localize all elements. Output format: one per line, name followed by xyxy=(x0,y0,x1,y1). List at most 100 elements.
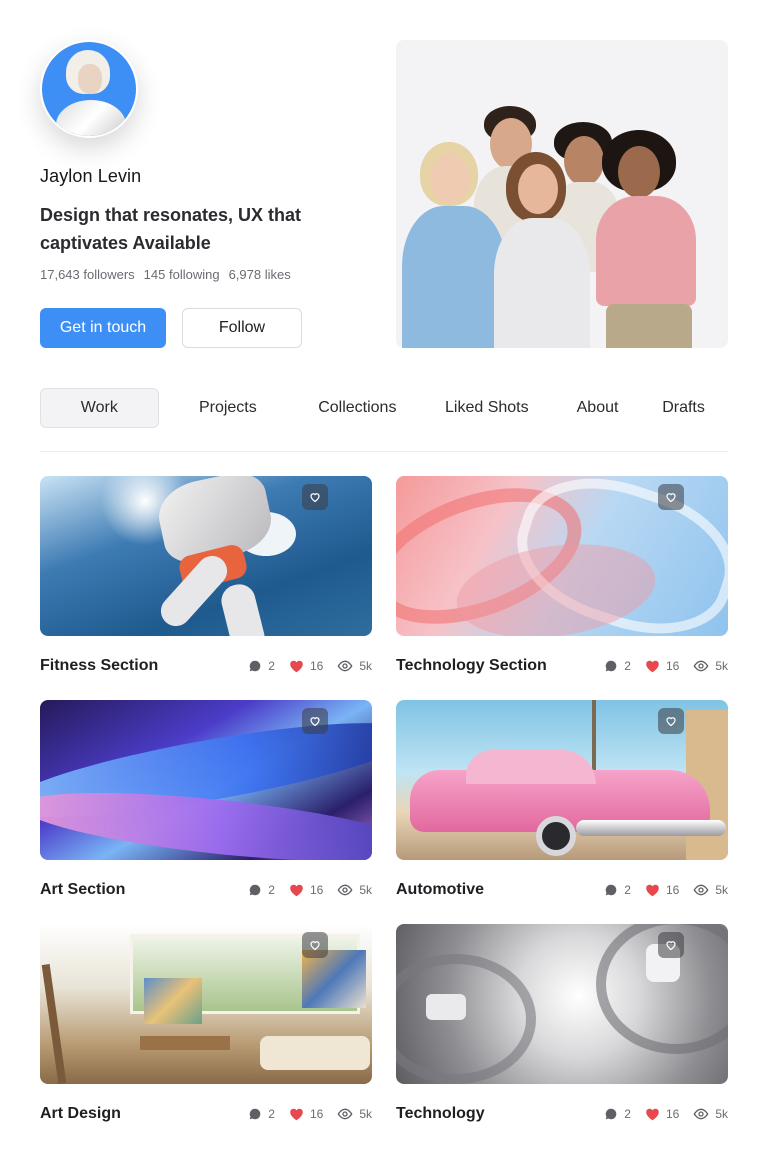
view-count-value: 5k xyxy=(359,883,372,897)
get-in-touch-button[interactable]: Get in touch xyxy=(40,308,166,348)
view-count: 5k xyxy=(337,883,372,897)
view-count: 5k xyxy=(337,1107,372,1121)
shot-meta: Art Design 2 16 5k xyxy=(40,1082,372,1146)
view-count: 5k xyxy=(693,1107,728,1121)
shot-title[interactable]: Art Section xyxy=(40,881,125,899)
shot-counts: 2 16 5k xyxy=(248,1107,372,1121)
shot-thumbnail[interactable] xyxy=(40,700,372,860)
device-shape xyxy=(426,994,466,1020)
avatar-face xyxy=(78,64,102,94)
shot-card: Technology Section 2 16 5k xyxy=(396,476,728,700)
eye-icon xyxy=(337,884,353,896)
eye-icon xyxy=(337,1108,353,1120)
shot-title[interactable]: Automotive xyxy=(396,881,484,899)
comment-count: 2 xyxy=(604,1107,631,1121)
favorite-button[interactable] xyxy=(658,484,684,510)
profile-tagline: Design that resonates, UX that captivate… xyxy=(40,205,302,253)
comment-icon xyxy=(250,660,261,672)
view-count: 5k xyxy=(693,883,728,897)
car-roof xyxy=(466,750,596,784)
comment-icon xyxy=(250,884,261,896)
comment-count: 2 xyxy=(248,659,275,673)
shot-thumbnail[interactable] xyxy=(396,924,728,1084)
view-count: 5k xyxy=(337,659,372,673)
shot-counts: 2 16 5k xyxy=(248,659,372,673)
heart-icon xyxy=(290,660,303,673)
shot-card: Fitness Section 2 16 5k xyxy=(40,476,372,700)
cable-shape xyxy=(396,954,536,1084)
tab-projects[interactable]: Projects xyxy=(159,388,297,428)
heart-outline-icon xyxy=(666,717,676,727)
like-count: 16 xyxy=(645,1107,679,1121)
favorite-button[interactable] xyxy=(302,484,328,510)
comment-count-value: 2 xyxy=(624,883,631,897)
eye-icon xyxy=(337,660,353,672)
shot-card: Art Design 2 16 5k xyxy=(40,924,372,1148)
heart-icon xyxy=(646,1108,659,1121)
shot-thumbnail[interactable] xyxy=(396,476,728,636)
comment-count: 2 xyxy=(248,883,275,897)
like-count: 16 xyxy=(645,659,679,673)
view-count-value: 5k xyxy=(715,1107,728,1121)
shot-meta: Technology 2 16 5k xyxy=(396,1082,728,1146)
followers-count[interactable]: 17,643 followers xyxy=(40,267,135,282)
heart-outline-icon xyxy=(310,717,320,727)
like-count: 16 xyxy=(289,883,323,897)
eye-icon xyxy=(693,660,709,672)
profile-tabs: Work Projects Collections Liked Shots Ab… xyxy=(40,388,728,452)
view-count-value: 5k xyxy=(715,659,728,673)
comment-icon xyxy=(606,884,617,896)
shot-meta: Fitness Section 2 16 5k xyxy=(40,634,372,698)
comment-count-value: 2 xyxy=(624,659,631,673)
shot-title[interactable]: Art Design xyxy=(40,1105,121,1123)
favorite-button[interactable] xyxy=(302,708,328,734)
shot-thumbnail[interactable] xyxy=(40,924,372,1084)
shot-thumbnail[interactable] xyxy=(396,700,728,860)
view-count-value: 5k xyxy=(359,1107,372,1121)
comment-icon xyxy=(606,1108,617,1120)
shot-title[interactable]: Fitness Section xyxy=(40,657,158,675)
sofa-shape xyxy=(260,1036,370,1070)
avatar[interactable] xyxy=(40,40,138,138)
shot-card: Automotive 2 16 5k xyxy=(396,700,728,924)
comment-count: 2 xyxy=(604,659,631,673)
view-count-value: 5k xyxy=(359,659,372,673)
shot-card: Art Section 2 16 5k xyxy=(40,700,372,924)
like-count: 16 xyxy=(289,659,323,673)
shot-counts: 2 16 5k xyxy=(604,1107,728,1121)
car-wheel xyxy=(536,816,576,856)
tab-collections[interactable]: Collections xyxy=(297,388,418,428)
like-count: 16 xyxy=(645,883,679,897)
shot-counts: 2 16 5k xyxy=(604,883,728,897)
view-count-value: 5k xyxy=(715,883,728,897)
eye-icon xyxy=(693,884,709,896)
shots-grid: Fitness Section 2 16 5k Technology Secti… xyxy=(40,476,728,1148)
tab-about[interactable]: About xyxy=(556,388,639,428)
shot-title[interactable]: Technology Section xyxy=(396,657,547,675)
shot-meta: Technology Section 2 16 5k xyxy=(396,634,728,698)
profile-name: Jaylon Levin xyxy=(40,166,142,186)
shot-counts: 2 16 5k xyxy=(604,659,728,673)
favorite-button[interactable] xyxy=(658,932,684,958)
palm-trunk xyxy=(592,700,596,770)
profile-stats: 17,643 followers 145 following 6,978 lik… xyxy=(40,267,360,282)
like-count-value: 16 xyxy=(665,659,680,673)
heart-icon xyxy=(646,884,659,897)
favorite-button[interactable] xyxy=(302,932,328,958)
tab-liked-shots[interactable]: Liked Shots xyxy=(418,388,556,428)
shot-thumbnail[interactable] xyxy=(40,476,372,636)
follow-button[interactable]: Follow xyxy=(182,308,302,348)
tab-work[interactable]: Work xyxy=(40,388,159,428)
like-count-value: 16 xyxy=(665,883,680,897)
following-count[interactable]: 145 following xyxy=(144,267,220,282)
eye-icon xyxy=(693,1108,709,1120)
tab-drafts[interactable]: Drafts xyxy=(639,388,728,428)
favorite-button[interactable] xyxy=(658,708,684,734)
shot-title[interactable]: Technology xyxy=(396,1105,485,1123)
heart-outline-icon xyxy=(310,493,320,503)
profile-cover-image xyxy=(396,40,728,348)
shot-meta: Automotive 2 16 5k xyxy=(396,858,728,922)
easel-shape xyxy=(41,964,67,1084)
profile-header: Jaylon Levin Design that resonates, UX t… xyxy=(40,40,360,348)
like-count: 16 xyxy=(289,1107,323,1121)
